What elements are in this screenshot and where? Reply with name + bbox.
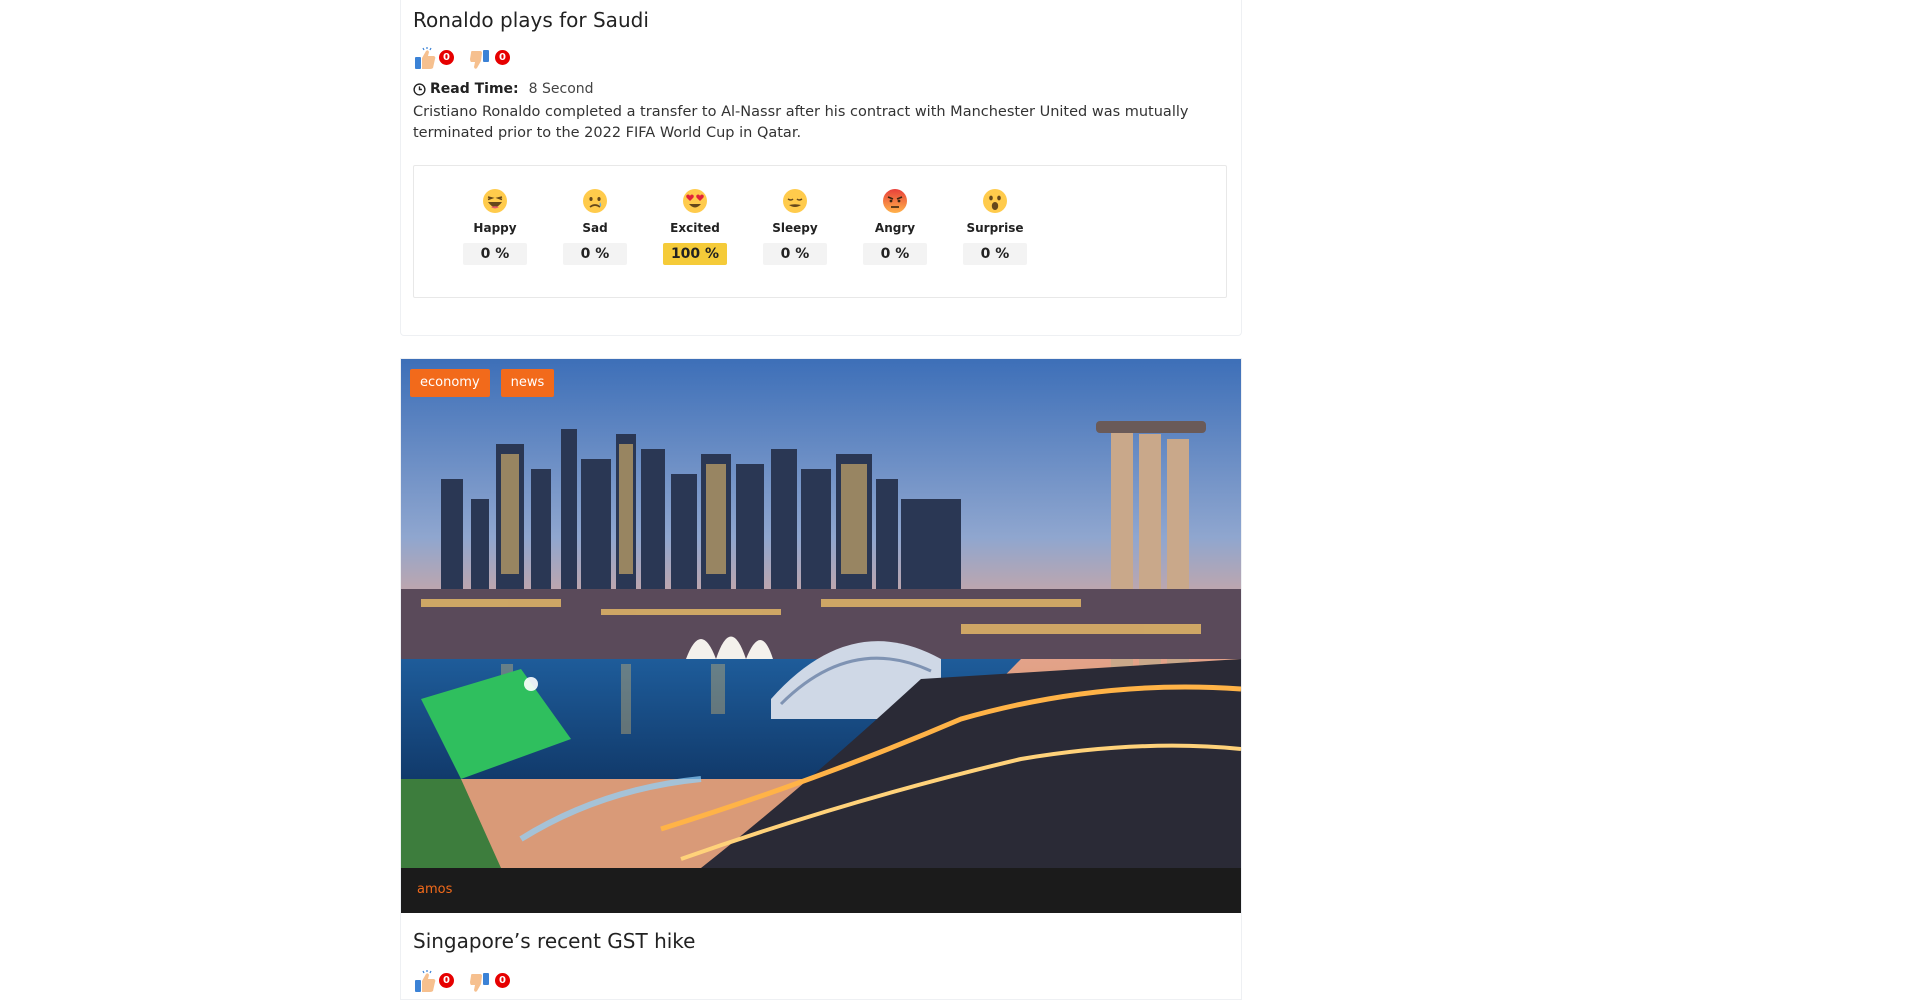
- thumbs-down-icon: [470, 973, 489, 992]
- city-skyline-photo: [401, 359, 1241, 868]
- reaction-percent: 0 %: [563, 243, 627, 265]
- reaction-percent: 100 %: [663, 243, 727, 265]
- post-title[interactable]: Ronaldo plays for Saudi: [413, 8, 649, 32]
- read-time: Read Time: 8 Second: [413, 81, 594, 97]
- post-card-ronaldo: Ronaldo plays for Saudi 0 0 Read Time: 8…: [400, 0, 1242, 336]
- tag-news[interactable]: news: [500, 369, 555, 397]
- post-title[interactable]: Singapore’s recent GST hike: [413, 929, 695, 953]
- post-feed: Ronaldo plays for Saudi 0 0 Read Time: 8…: [400, 0, 1242, 1000]
- reaction-sad[interactable]: Sad 0 %: [545, 188, 645, 265]
- post-description: Cristiano Ronaldo completed a transfer t…: [413, 104, 1189, 141]
- dislike-button[interactable]: 0: [469, 44, 513, 74]
- tag-economy[interactable]: economy: [410, 369, 490, 397]
- post-image-singapore-skyline[interactable]: economy news: [401, 359, 1241, 868]
- clock-icon: [413, 82, 426, 96]
- read-time-value: 8 Second: [528, 81, 594, 97]
- surprised-emoji-icon: [983, 189, 1007, 213]
- thumbs-up-icon: [415, 47, 436, 69]
- reaction-percent: 0 %: [763, 243, 827, 265]
- author-bar: amos: [401, 868, 1241, 913]
- reaction-panel: Happy 0 % Sad 0 % Excited 100 % Sleepy 0…: [413, 165, 1227, 298]
- angry-emoji-icon: [883, 189, 907, 213]
- like-button[interactable]: 0: [413, 967, 457, 997]
- reaction-percent: 0 %: [863, 243, 927, 265]
- thumbs-down-icon: [470, 50, 489, 69]
- dislike-count: 0: [495, 973, 510, 988]
- reaction-percent: 0 %: [463, 243, 527, 265]
- like-count: 0: [439, 50, 454, 65]
- read-time-label: Read Time:: [430, 81, 519, 97]
- laughing-emoji-icon: [483, 189, 507, 213]
- reaction-excited[interactable]: Excited 100 %: [645, 188, 745, 265]
- dislike-button[interactable]: 0: [469, 967, 513, 997]
- sleepy-emoji-icon: [783, 189, 807, 213]
- dislike-count: 0: [495, 50, 510, 65]
- vote-bar: 0 0: [413, 44, 533, 74]
- sad-emoji-icon: [583, 189, 607, 213]
- heart-eyes-emoji-icon: [683, 189, 707, 213]
- like-button[interactable]: 0: [413, 44, 457, 74]
- post-card-singapore: economy news amos Singapore’s recent GST…: [400, 358, 1242, 1000]
- reaction-angry[interactable]: Angry 0 %: [845, 188, 945, 265]
- tag-list: economy news: [410, 369, 555, 397]
- thumbs-up-icon: [415, 970, 436, 992]
- like-count: 0: [439, 973, 454, 988]
- vote-bar: 0 0: [413, 967, 533, 997]
- reaction-sleepy[interactable]: Sleepy 0 %: [745, 188, 845, 265]
- author-link[interactable]: amos: [417, 882, 452, 897]
- reaction-surprise[interactable]: Surprise 0 %: [945, 188, 1045, 265]
- reaction-percent: 0 %: [963, 243, 1027, 265]
- reaction-happy[interactable]: Happy 0 %: [445, 188, 545, 265]
